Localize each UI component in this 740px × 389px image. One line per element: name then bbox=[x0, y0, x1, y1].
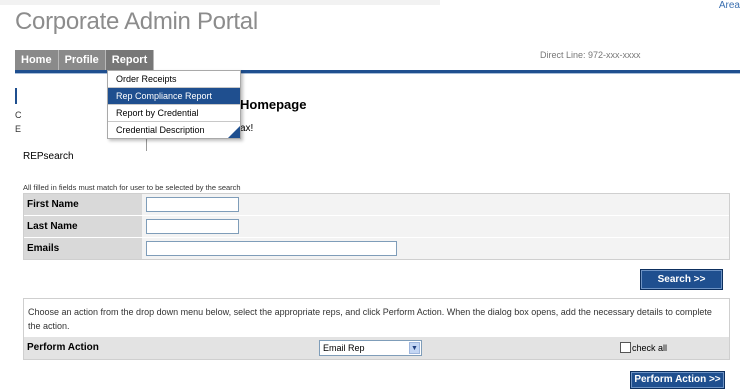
search-row-last-name: Last Name bbox=[24, 216, 729, 238]
tab-home[interactable]: Home bbox=[15, 50, 59, 70]
portal-title: Corporate Admin Portal bbox=[15, 8, 258, 35]
action-panel: Choose an action from the drop down menu… bbox=[23, 298, 730, 360]
action-select-value: Email Rep bbox=[323, 343, 365, 353]
menu-item-credential-description[interactable]: Credential Description bbox=[108, 122, 240, 138]
search-section-label: REPsearch bbox=[23, 151, 74, 162]
left-letter-2: E bbox=[15, 124, 22, 134]
tab-report[interactable]: Report bbox=[105, 50, 155, 70]
last-name-label: Last Name bbox=[24, 216, 142, 237]
top-strip bbox=[0, 0, 440, 5]
emails-input[interactable] bbox=[146, 241, 397, 256]
area-link[interactable]: Area bbox=[719, 0, 740, 11]
menu-item-report-by-credential[interactable]: Report by Credential bbox=[108, 105, 240, 122]
action-description: Choose an action from the drop down menu… bbox=[28, 307, 712, 331]
search-form: First Name Last Name Emails bbox=[23, 193, 730, 260]
report-dropdown-menu: Order Receipts Rep Compliance Report Rep… bbox=[107, 70, 241, 139]
divider bbox=[146, 137, 147, 151]
perform-action-label: Perform Action bbox=[27, 342, 99, 353]
chevron-down-icon[interactable]: ▼ bbox=[409, 342, 420, 354]
menu-item-label: Credential Description bbox=[116, 125, 205, 135]
contact-text: Direct Line: 972-xxx-xxxx bbox=[540, 50, 641, 60]
menu-item-rep-compliance-report[interactable]: Rep Compliance Report bbox=[108, 88, 240, 105]
action-row: Perform Action Email Rep ▼ check all bbox=[24, 336, 729, 359]
menu-item-order-receipts[interactable]: Order Receipts bbox=[108, 71, 240, 88]
tab-profile[interactable]: Profile bbox=[58, 50, 106, 70]
first-name-label: First Name bbox=[24, 194, 142, 215]
left-marker bbox=[15, 88, 17, 104]
corner-triangle-icon bbox=[228, 126, 240, 138]
first-name-input[interactable] bbox=[146, 197, 239, 212]
last-name-input[interactable] bbox=[146, 219, 239, 234]
action-select[interactable]: Email Rep ▼ bbox=[319, 340, 422, 356]
perform-action-button[interactable]: Perform Action >> bbox=[630, 371, 725, 389]
search-instructions: All filled in fields must match for user… bbox=[23, 183, 241, 192]
left-letter-1: C bbox=[15, 110, 22, 120]
search-row-first-name: First Name bbox=[24, 194, 729, 216]
page-heading: Homepage bbox=[240, 97, 307, 112]
emails-label: Emails bbox=[24, 238, 142, 259]
search-button[interactable]: Search >> bbox=[640, 269, 723, 290]
search-row-emails: Emails bbox=[24, 238, 729, 259]
check-all-label: check all bbox=[632, 342, 668, 353]
greeting-text: ax! bbox=[240, 123, 254, 134]
check-all-control[interactable]: check all bbox=[620, 342, 667, 353]
nav-tabbar: Home Profile Report bbox=[15, 50, 155, 70]
check-all-checkbox[interactable] bbox=[620, 342, 631, 353]
